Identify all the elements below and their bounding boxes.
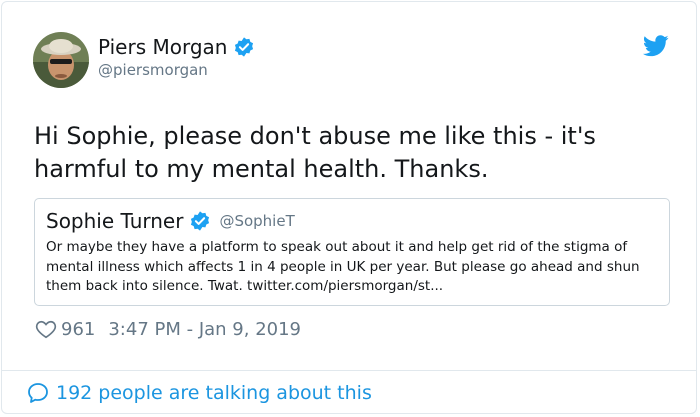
- tweet-meta: 961 3:47 PM - Jan 9, 2019: [35, 318, 301, 340]
- timestamp[interactable]: 3:47 PM - Jan 9, 2019: [108, 319, 301, 340]
- verified-badge-icon: [189, 210, 211, 232]
- verified-badge-icon: [233, 36, 255, 58]
- quoted-tweet[interactable]: Sophie Turner @SophieT Or maybe they hav…: [34, 198, 670, 306]
- author-handle[interactable]: @piersmorgan: [98, 60, 208, 80]
- divider: [2, 370, 696, 371]
- twitter-bird-icon[interactable]: [642, 35, 669, 57]
- author-name[interactable]: Piers Morgan: [98, 34, 255, 60]
- quoted-author: Sophie Turner @SophieT: [46, 207, 295, 235]
- speech-bubble-icon: [26, 381, 50, 405]
- tweet-card: Piers Morgan @piersmorgan Hi Sophie, ple…: [1, 1, 697, 414]
- tweet-text: Hi Sophie, please don't abuse me like th…: [34, 122, 596, 183]
- quoted-author-name: Sophie Turner: [46, 209, 184, 233]
- author-name-text: Piers Morgan: [98, 35, 228, 59]
- quoted-tweet-text: Or maybe they have a platform to speak o…: [46, 239, 640, 294]
- conversation-link[interactable]: 192 people are talking about this: [26, 381, 372, 405]
- quoted-author-handle: @SophieT: [219, 212, 295, 230]
- talking-text: 192 people are talking about this: [56, 382, 372, 404]
- avatar[interactable]: [33, 32, 89, 88]
- like-count[interactable]: 961: [61, 319, 95, 340]
- heart-icon[interactable]: [35, 318, 57, 340]
